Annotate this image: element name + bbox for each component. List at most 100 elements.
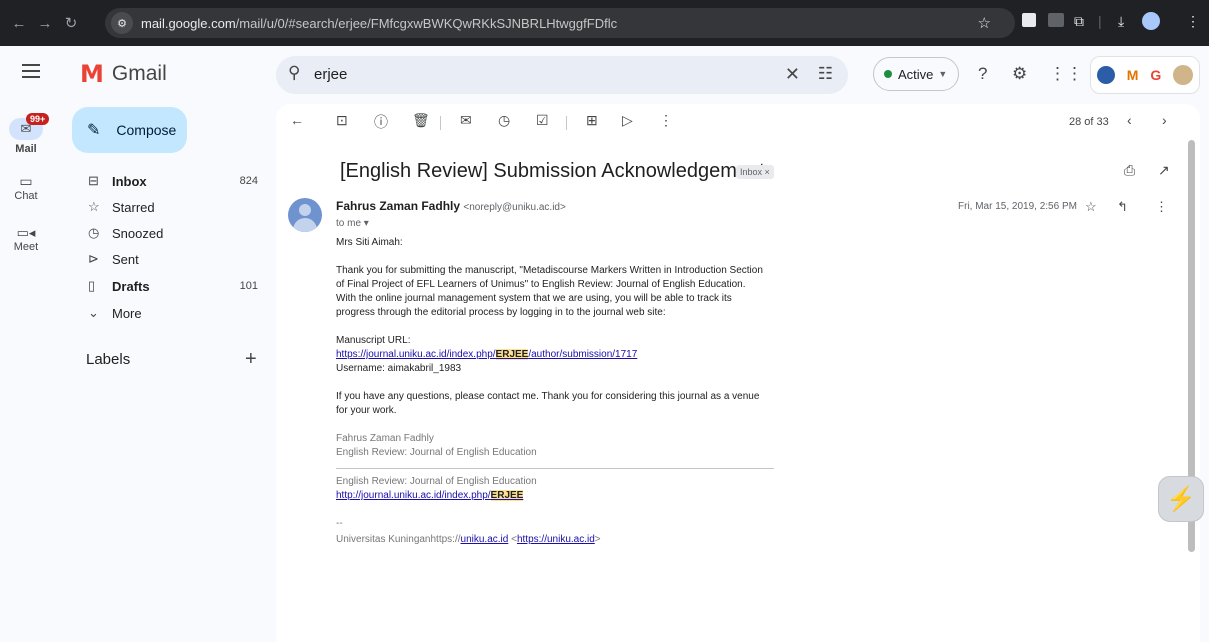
delete-trash-icon[interactable]: 🗑 xyxy=(412,112,430,129)
settings-gear-icon[interactable]: ⚙ xyxy=(1012,64,1027,84)
meet-camera-icon: ▭◂ xyxy=(16,225,36,240)
mark-unread-icon[interactable]: ✉ xyxy=(460,112,472,129)
send-icon: ⊳ xyxy=(88,251,99,266)
report-spam-icon[interactable]: ⓘ xyxy=(374,112,388,132)
back-arrow-icon[interactable]: ← xyxy=(6,15,32,32)
search-icon[interactable]: ⚲ xyxy=(288,63,300,83)
sidebar-item-starred[interactable]: ☆ Starred xyxy=(72,194,272,220)
apps-grid-icon[interactable]: ⋮⋮ xyxy=(1049,64,1083,84)
sidebar-item-drafts[interactable]: ▯ Drafts 101 xyxy=(72,273,272,299)
sender-line: Fahrus Zaman Fadhly <noreply@uniku.ac.id… xyxy=(336,199,566,213)
toolbar-divider xyxy=(440,116,441,130)
newer-chevron-icon[interactable]: ‹ xyxy=(1127,112,1132,128)
add-task-icon[interactable]: ☑ xyxy=(536,112,549,129)
address-bar[interactable]: ⚙ mail.google.com/mail/u/0/#search/erjee… xyxy=(105,8,1015,38)
sender-name[interactable]: Fahrus Zaman Fadhly xyxy=(336,199,460,213)
unread-badge: 99+ xyxy=(26,113,50,125)
search-highlight: ERJEE xyxy=(495,349,529,360)
star-icon: ☆ xyxy=(88,199,100,214)
reply-icon[interactable]: ↰ xyxy=(1117,199,1128,215)
angle-bracket: > xyxy=(594,534,601,545)
body-paragraph: Thank you for submitting the manuscript,… xyxy=(336,265,763,318)
rail-chat[interactable]: ▭ Chat xyxy=(0,173,52,202)
sidebar-item-label: Drafts xyxy=(112,278,150,294)
more-actions-icon[interactable]: ⋮ xyxy=(659,112,673,129)
extension-reader-icon[interactable] xyxy=(1022,13,1036,27)
label-tag-icon[interactable]: ▷ xyxy=(622,112,633,129)
bookmark-star-icon[interactable]: ☆ xyxy=(978,14,991,32)
sidebar-item-sent[interactable]: ⊳ Sent xyxy=(72,246,272,272)
site-info-icon[interactable]: ⚙ xyxy=(111,12,133,34)
star-icon[interactable]: ☆ xyxy=(1085,199,1097,215)
search-options-icon[interactable]: ☷ xyxy=(818,64,833,84)
sidebar-item-more[interactable]: ⌄ More xyxy=(72,300,272,326)
greeting: Mrs Siti Aimah: xyxy=(336,237,403,248)
university-url-link[interactable]: https://uniku.ac.id xyxy=(517,534,595,545)
pencil-icon: ✎ xyxy=(87,122,101,139)
print-icon[interactable]: ⎙ xyxy=(1124,162,1135,179)
help-icon[interactable]: ? xyxy=(978,64,987,84)
url-text[interactable]: mail.google.com/mail/u/0/#search/erjee/F… xyxy=(141,16,921,31)
archive-icon[interactable]: ⊡ xyxy=(336,112,348,129)
footer-link[interactable]: http://journal.uniku.ac.id/index.php/ERJ… xyxy=(336,490,524,501)
drafts-count: 101 xyxy=(239,280,258,292)
snooze-clock-icon[interactable]: ◷ xyxy=(498,112,510,129)
main-menu-icon[interactable] xyxy=(22,64,40,82)
add-label-icon[interactable]: + xyxy=(245,348,257,371)
url-host: mail.google.com xyxy=(141,15,236,31)
body-paragraph: If you have any questions, please contac… xyxy=(336,391,760,416)
sender-email: <noreply@uniku.ac.id> xyxy=(463,202,566,213)
divider xyxy=(336,468,774,469)
browser-menu-icon[interactable]: ⋮ xyxy=(1186,13,1200,30)
clear-search-icon[interactable]: ✕ xyxy=(785,64,800,85)
reload-icon[interactable]: ↻ xyxy=(58,14,84,32)
status-label: Active xyxy=(898,66,934,82)
extension-w-icon[interactable] xyxy=(1048,13,1064,27)
gmail-m-icon: M xyxy=(80,60,104,88)
sidebar-item-inbox[interactable]: ⊟ Inbox 824 xyxy=(72,168,272,194)
account-avatar xyxy=(1173,65,1194,85)
angle-bracket: < xyxy=(508,534,517,545)
sidebar-item-label: Starred xyxy=(112,199,155,215)
download-icon[interactable]: ⤓ xyxy=(1118,13,1124,30)
back-to-search-icon[interactable]: ← xyxy=(290,112,304,128)
signature-name: Fahrus Zaman Fadhly xyxy=(336,433,434,444)
forward-arrow-icon[interactable]: → xyxy=(32,15,58,32)
signature-journal: English Review: Journal of English Educa… xyxy=(336,447,537,458)
search-highlight: ERJEE xyxy=(490,490,524,501)
university-link[interactable]: uniku.ac.id xyxy=(461,534,509,545)
sender-avatar[interactable] xyxy=(288,198,322,232)
message-counter: 28 of 33 xyxy=(1069,116,1109,128)
account-brand-badge[interactable]: M G xyxy=(1090,56,1200,94)
open-new-window-icon[interactable]: ↗ xyxy=(1158,162,1170,179)
sidebar-item-label: Sent xyxy=(112,251,139,267)
recipients-toggle[interactable]: to me ▾ xyxy=(336,218,369,229)
url-path: /mail/u/0/#search/erjee/FMfcgxwBWKQwRKkS… xyxy=(235,15,618,31)
sidebar-item-label: More xyxy=(112,305,142,321)
university-line: Universitas Kuninganhttps://uniku.ac.id … xyxy=(336,533,766,547)
floating-extension-button[interactable]: ⚡ xyxy=(1158,476,1204,522)
manuscript-url-part: https://journal.uniku.ac.id/index.php/ xyxy=(336,349,496,360)
manuscript-link[interactable]: https://journal.uniku.ac.id/index.php/ER… xyxy=(336,349,637,360)
manuscript-block: Manuscript URL: https://journal.uniku.ac… xyxy=(336,334,766,376)
rail-meet[interactable]: ▭◂ Meet xyxy=(0,225,52,253)
more-options-icon[interactable]: ⋮ xyxy=(1155,199,1168,215)
gmail-logo[interactable]: M Gmail xyxy=(80,60,167,88)
older-chevron-icon[interactable]: › xyxy=(1162,112,1167,128)
profile-avatar-icon[interactable] xyxy=(1142,12,1160,30)
inbox-label-chip[interactable]: Inbox × xyxy=(736,165,774,179)
status-button[interactable]: Active ▼ xyxy=(873,57,959,91)
footer-url-part: http://journal.uniku.ac.id/index.php/ xyxy=(336,490,491,501)
sidebar-item-snoozed[interactable]: ◷ Snoozed xyxy=(72,220,272,246)
chevron-down-icon: ▼ xyxy=(938,69,948,79)
university-text: Universitas Kuninganhttps:// xyxy=(336,534,461,545)
sidebar-item-label: Snoozed xyxy=(112,225,164,241)
message-body: Mrs Siti Aimah: Thank you for submitting… xyxy=(336,236,774,547)
chevron-down-icon: ⌄ xyxy=(88,305,99,320)
extensions-puzzle-icon[interactable]: ⧉ xyxy=(1074,13,1084,30)
search-input[interactable] xyxy=(314,66,714,83)
compose-button[interactable]: ✎ Compose xyxy=(72,107,187,153)
move-to-icon[interactable]: ⊞ xyxy=(586,112,598,129)
search-bar[interactable]: ⚲ ✕ ☷ xyxy=(276,56,848,94)
footer-journal: English Review: Journal of English Educa… xyxy=(336,476,537,487)
